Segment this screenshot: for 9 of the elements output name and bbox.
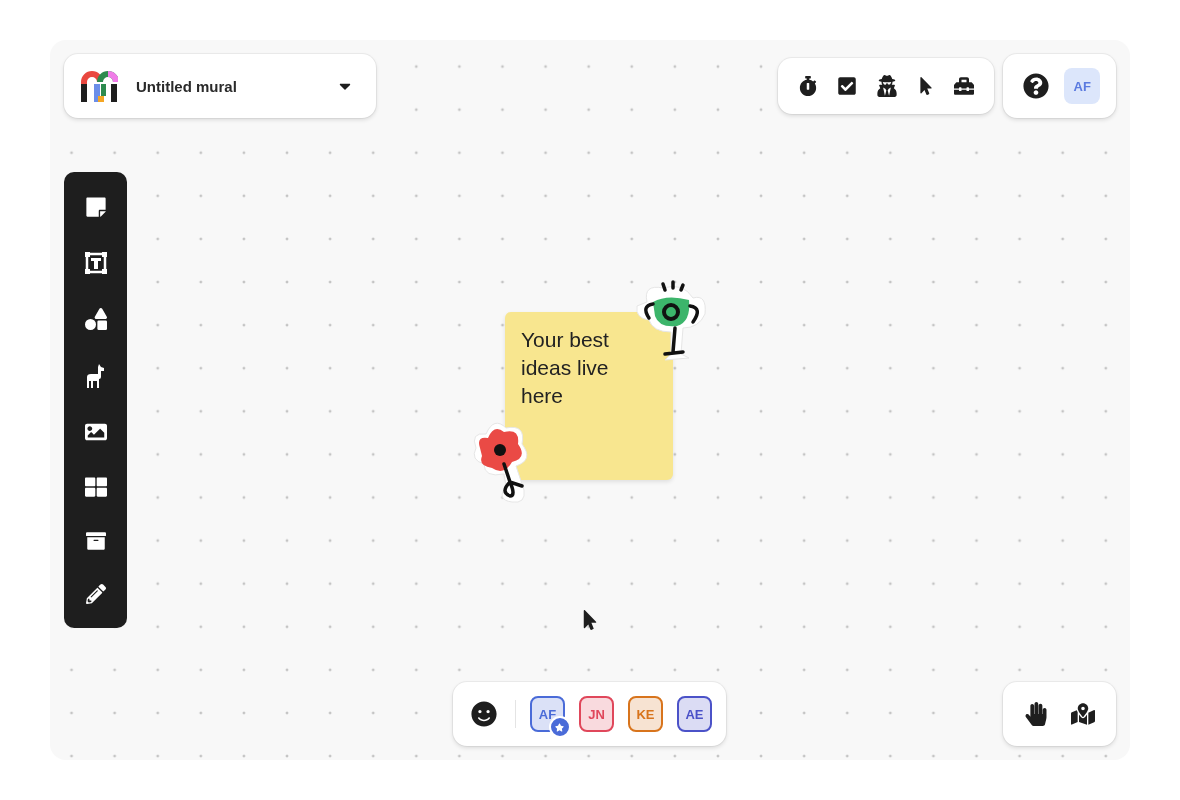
collaborator-avatar[interactable]: AE	[676, 696, 712, 732]
collaborator-avatar[interactable]: KE	[627, 696, 663, 732]
collaborator-avatar[interactable]: JN	[578, 696, 614, 732]
user-avatar[interactable]: AF	[1064, 68, 1101, 104]
llama-icon	[84, 362, 107, 389]
sticky-note[interactable]: Your best ideas live here	[505, 312, 673, 480]
mural-title[interactable]: Untitled mural	[136, 77, 332, 95]
text-box-icon	[83, 251, 108, 276]
logo-icon	[80, 70, 118, 102]
